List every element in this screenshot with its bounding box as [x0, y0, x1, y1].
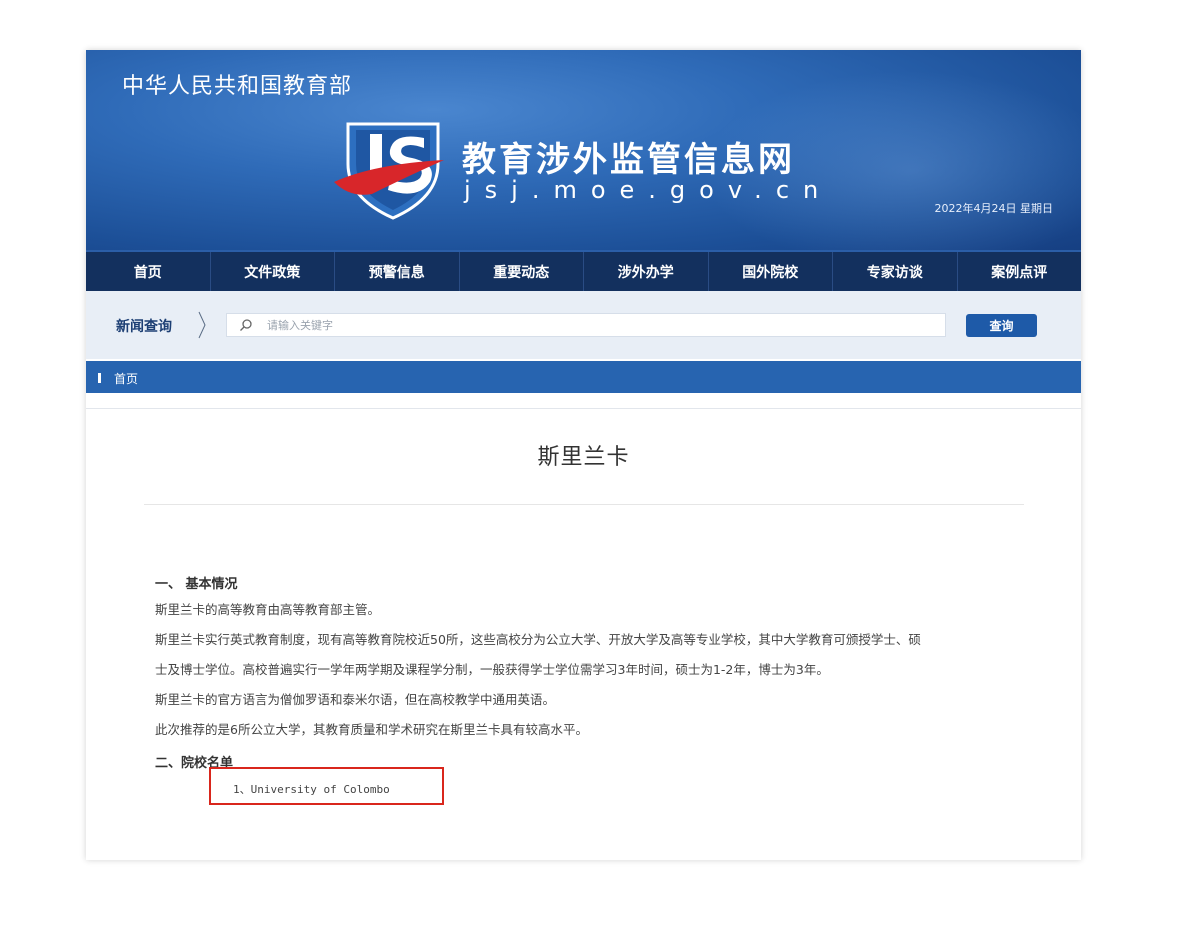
nav-item-warnings[interactable]: 预警信息: [335, 252, 460, 291]
current-date: 2022年4月24日 星期日: [934, 202, 1054, 215]
ministry-name: 中华人民共和国教育部: [122, 74, 353, 99]
nav-item-foreign-institutions[interactable]: 国外院校: [709, 252, 833, 291]
search-field: [226, 313, 946, 337]
nav-item-policy-documents[interactable]: 文件政策: [211, 252, 335, 291]
breadcrumb-home-link[interactable]: 首页: [114, 370, 138, 387]
nav-item-home[interactable]: 首页: [86, 252, 211, 291]
article-paragraph: 斯里兰卡实行英式教育制度，现有高等教育院校近50所，这些高校分为公立大学、开放大…: [155, 632, 921, 647]
search-input[interactable]: [267, 314, 927, 336]
title-divider: [144, 504, 1024, 505]
article-content: 斯里兰卡 一、 基本情况 斯里兰卡的高等教育由高等教育部主管。 斯里兰卡实行英式…: [86, 408, 1081, 860]
highlight-box: 1、University of Colombo: [209, 767, 444, 805]
site-banner: 中华人民共和国教育部 教育涉外监管信息网 jsj.moe.gov.cn 2022…: [86, 50, 1081, 250]
js-shield-logo-icon: [334, 122, 444, 220]
nav-item-case-reviews[interactable]: 案例点评: [958, 252, 1082, 291]
search-button[interactable]: 查询: [966, 314, 1037, 337]
section-heading-basic-info: 一、 基本情况: [155, 577, 238, 592]
article-paragraph: 士及博士学位。高校普遍实行一学年两学期及课程学分制，一般获得学士学位需学习3年时…: [155, 662, 829, 677]
article-paragraph: 斯里兰卡的官方语言为僧伽罗语和泰米尔语，但在高校教学中通用英语。: [155, 692, 556, 707]
search-icon: [240, 319, 252, 331]
chevron-separator-icon: [198, 311, 206, 339]
article-paragraph: 此次推荐的是6所公立大学，其教育质量和学术研究在斯里兰卡具有较高水平。: [155, 722, 588, 737]
breadcrumb-marker: [98, 373, 101, 383]
main-nav: 首页 文件政策 预警信息 重要动态 涉外办学 国外院校 专家访谈 案例点评: [86, 250, 1081, 291]
breadcrumb: 首页: [86, 361, 1081, 393]
page-title: 斯里兰卡: [537, 445, 630, 470]
news-search-bar: 新闻查询 查询: [86, 291, 1081, 359]
site-domain: jsj.moe.gov.cn: [464, 176, 833, 204]
search-label: 新闻查询: [116, 319, 172, 335]
nav-item-expert-interviews[interactable]: 专家访谈: [833, 252, 958, 291]
nav-item-key-news[interactable]: 重要动态: [460, 252, 584, 291]
page-frame: 中华人民共和国教育部 教育涉外监管信息网 jsj.moe.gov.cn 2022…: [86, 50, 1081, 860]
site-title: 教育涉外监管信息网: [462, 140, 795, 180]
article-paragraph: 斯里兰卡的高等教育由高等教育部主管。: [155, 602, 381, 617]
nav-item-foreign-education[interactable]: 涉外办学: [584, 252, 709, 291]
school-list-item: 1、University of Colombo: [233, 783, 390, 796]
